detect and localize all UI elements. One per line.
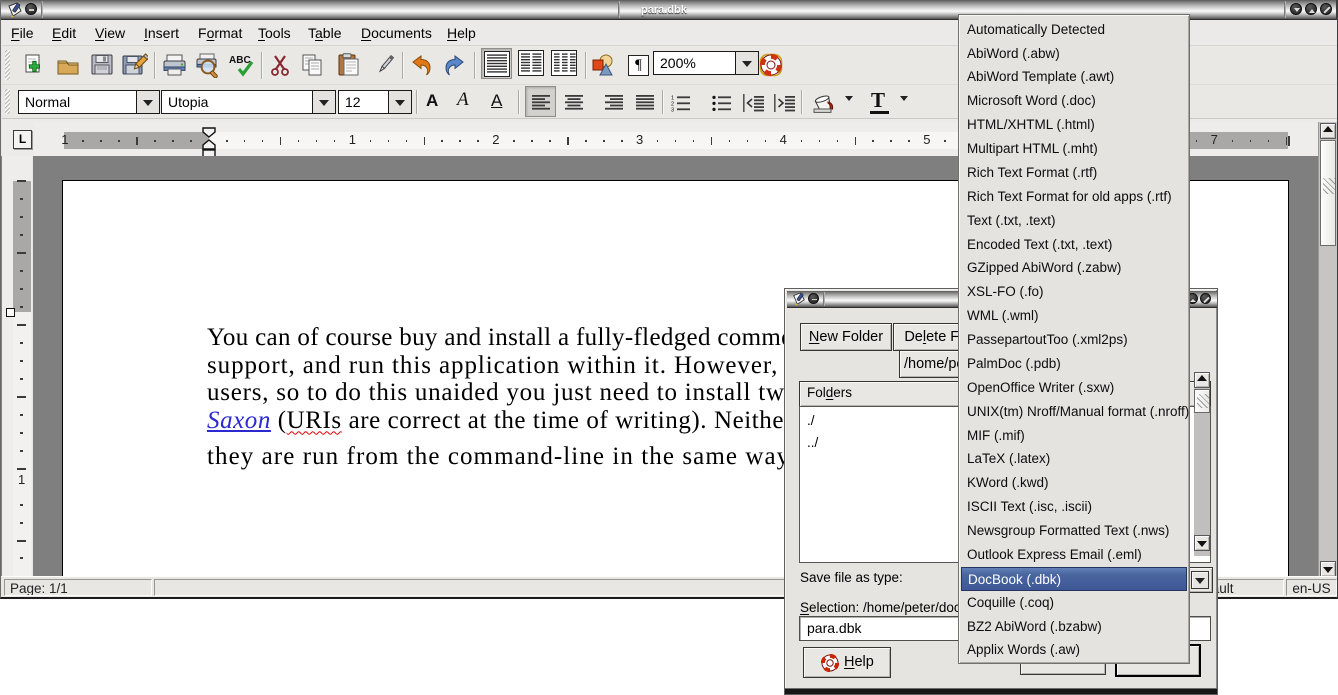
svg-text:ABC: ABC — [229, 55, 251, 66]
svg-text:3: 3 — [671, 107, 674, 112]
